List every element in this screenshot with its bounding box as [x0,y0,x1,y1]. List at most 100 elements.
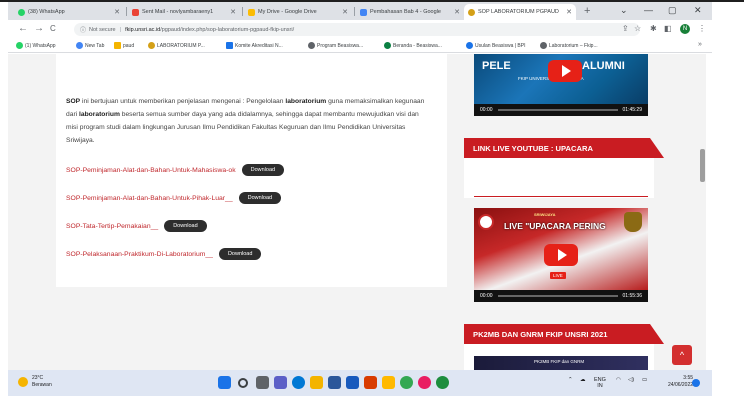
video-progress-track[interactable] [497,109,618,111]
bookmark-beranda-beasiswa[interactable]: Beranda - Beasiswa... [384,42,442,49]
video-overlay-text: LIVE "UPACARA PERING [504,221,606,231]
sop-link[interactable]: SOP-Peminjaman-Alat-dan-Bahan-Untuk-Piha… [66,195,233,202]
profile-avatar[interactable]: N [680,24,690,34]
cloud-icon[interactable]: ☁ [580,377,586,383]
close-icon[interactable]: ✕ [230,8,236,16]
scroll-to-top-button[interactable]: ^ [672,345,692,365]
tab-separator [126,7,127,16]
scrollbar-thumb[interactable] [700,149,705,182]
globe-icon [76,42,83,49]
drive-icon [248,8,255,16]
menu-icon[interactable]: ⋮ [698,24,706,33]
back-icon[interactable]: ← [18,23,28,34]
tab-docs[interactable]: Pembahasan Bab 4 - Google ✕ [356,4,464,20]
bookmark-laboratorium[interactable]: LABORATORIUM P... [148,42,205,49]
file-explorer-icon[interactable] [310,376,323,389]
sop-link[interactable]: SOP-Peminjaman-Alat-dan-Bahan-Untuk-Maha… [66,167,236,174]
bookmark-paud[interactable]: paud [114,42,134,49]
video-controls: 00:00 01:45:29 [474,104,648,116]
windows-start-icon[interactable] [218,376,231,389]
tab-search-icon[interactable]: ⌄ [620,5,628,16]
download-button[interactable]: Download [238,192,282,204]
widget-body [464,158,654,198]
close-icon[interactable]: ✕ [114,8,120,16]
tab-separator [354,7,355,16]
download-button[interactable]: Download [218,248,262,260]
windows-taskbar: 23°C Berawan ⌃ ☁ ENG IN ◠ ◁) ▭ 3:55 24/06/… [8,370,712,396]
notification-icon[interactable] [692,379,700,387]
maximize-icon[interactable]: ▢ [668,5,677,16]
download-button[interactable]: Download [241,164,285,176]
tab-gmail[interactable]: Sent Mail - novlyambaraeny1 ✕ [128,4,240,20]
close-icon[interactable]: ✕ [342,8,348,16]
bookmark-laboratorium-fkip[interactable]: Laboratorium – Fkip... [540,42,598,49]
play-button[interactable] [548,60,582,82]
scrollbar-track[interactable] [698,54,706,370]
bookmark-program-beasiswa[interactable]: Program Beasiswa... [308,42,363,49]
language-sub: IN [597,383,603,389]
clock-date: 24/06/2022 [668,382,694,388]
window-close-icon[interactable]: ✕ [694,5,702,16]
video-time-total: 01:45:29 [622,107,642,113]
download-button[interactable]: Download [164,220,207,232]
extensions-icon[interactable]: ✱ [650,24,657,33]
taskbar-clock[interactable]: 3:55 24/06/2022 [668,375,693,389]
bookmark-usulan-beasiswa[interactable]: Usulan Beasiswa | BPI [466,42,526,49]
play-button[interactable] [544,244,578,266]
task-view-icon[interactable] [256,376,269,389]
weather-widget[interactable]: 23°C Berawan [18,375,52,389]
upacara-video-embed[interactable]: SRIWIJAYA LIVE "UPACARA PERING LIVE 00:0… [474,208,648,302]
bookmark-label: paud [123,42,135,49]
alumni-video-embed[interactable]: PELE ALUMNI FKIP UNIVERSITAS SRIWIJAYA 0… [474,54,648,116]
tab-sop-laboratorium[interactable]: SOP LABORATORIUM PGPAUD ✕ [464,4,576,20]
office-icon[interactable] [364,376,377,389]
reload-icon[interactable]: C [50,24,56,33]
search-icon[interactable] [238,378,248,388]
video-time-total: 01:55:36 [622,293,642,299]
info-icon[interactable]: ⓘ [80,25,86,34]
chrome-icon[interactable] [400,376,413,389]
chat-icon[interactable] [274,376,287,389]
word-icon[interactable] [346,376,359,389]
video-progress-track[interactable] [497,295,618,297]
volume-icon[interactable]: ◁) [628,377,634,383]
bookmark-star-icon[interactable]: ☆ [634,24,641,33]
video-overlay-text: ALUMNI [582,60,625,72]
share-icon[interactable]: ⇪ [622,24,629,33]
store-icon[interactable] [328,376,341,389]
site-icon [384,42,391,49]
tab-whatsapp[interactable]: (38) WhatsApp ✕ [14,4,124,20]
app-icon[interactable] [418,376,431,389]
new-tab-button[interactable]: + [584,5,590,17]
intro-text: ini bertujuan untuk memberikan penjelasa… [80,98,286,105]
close-icon[interactable]: ✕ [454,8,460,16]
close-icon[interactable]: ✕ [566,8,572,16]
site-icon [148,42,155,49]
pk2mb-video-embed[interactable]: PK2MB FKIP dan GNRM [474,356,648,370]
forward-icon[interactable]: → [34,23,44,34]
sidebar-icon[interactable]: ◧ [664,24,672,33]
bookmark-label: Program Beasiswa... [317,42,364,49]
battery-icon[interactable]: ▭ [642,377,647,383]
language-indicator[interactable]: ENG IN [594,377,606,389]
bookmark-whatsapp[interactable]: (1) WhatsApp [16,42,56,49]
more-bookmarks-icon[interactable]: » [698,41,702,48]
whatsapp-icon [16,42,23,49]
bookmark-komite-akreditasi[interactable]: Komite Akreditasi N... [226,42,283,49]
edge-icon[interactable] [292,376,305,389]
folder-icon[interactable] [382,376,395,389]
tab-drive[interactable]: My Drive - Google Drive ✕ [244,4,352,20]
tab-strip: (38) WhatsApp ✕ Sent Mail - novlyambarae… [8,2,712,20]
sop-link[interactable]: SOP-Tata-Tertip-Pemakaian__ [66,223,158,230]
bookmark-label: Laboratorium – Fkip... [549,42,598,49]
wifi-icon[interactable]: ◠ [616,377,621,383]
sop-link[interactable]: SOP-Pelaksanaan-Praktikum-Di-Laboratoriu… [66,251,213,258]
bookmark-new-tab[interactable]: New Tab [76,42,104,49]
address-bar[interactable]: ⓘ Not secure | fkip.unsri.ac.id /pgpaud/… [74,23,640,36]
chrome-profile-icon[interactable] [436,376,449,389]
url-separator: | [119,26,122,33]
sop-item: SOP-Pelaksanaan-Praktikum-Di-Laboratoriu… [66,248,262,260]
tray-chevron-icon[interactable]: ⌃ [568,377,573,383]
sop-item: SOP-Peminjaman-Alat-dan-Bahan-Untuk-Maha… [66,164,285,176]
minimize-icon[interactable]: — [644,5,653,15]
